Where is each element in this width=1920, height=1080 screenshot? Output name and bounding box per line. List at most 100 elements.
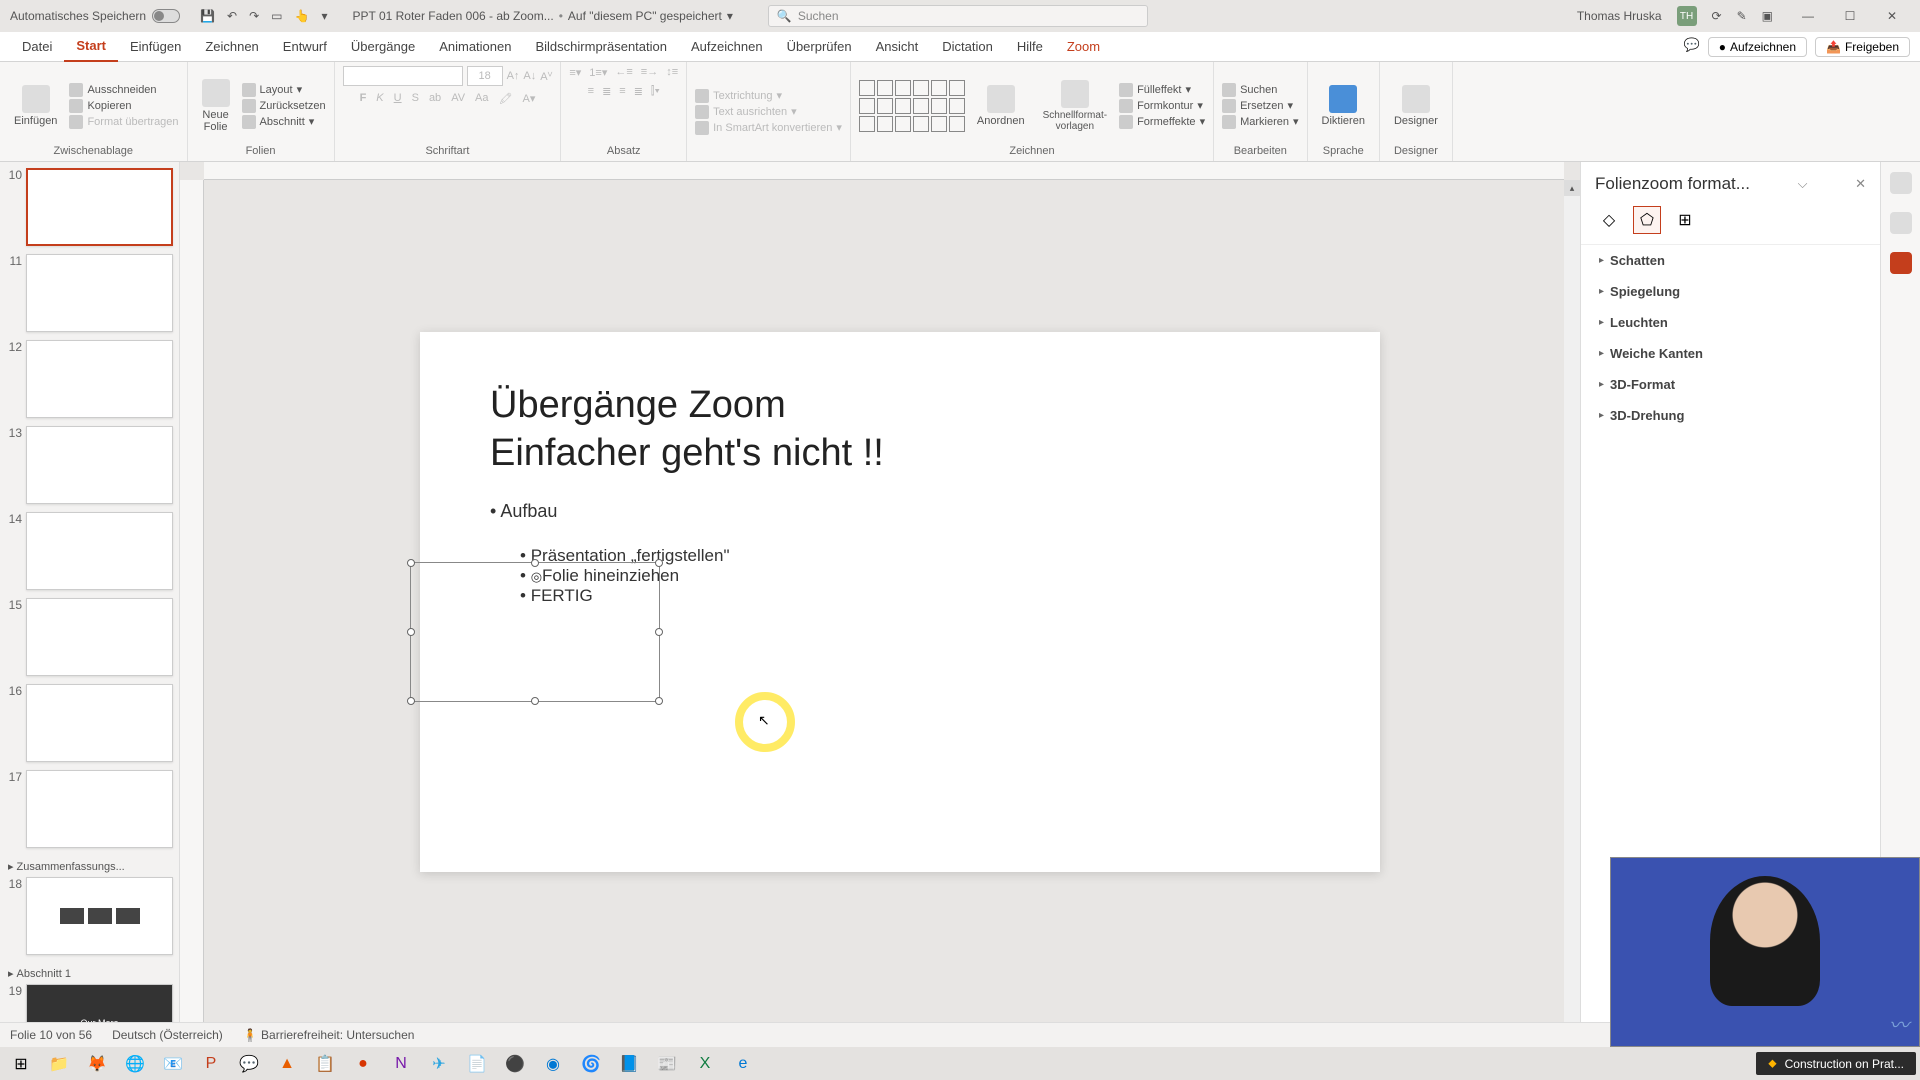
- rail-icon[interactable]: [1890, 212, 1912, 234]
- select-button[interactable]: Markieren ▾: [1222, 115, 1298, 129]
- slide-canvas[interactable]: ▴ Übergänge Zoom Einfacher geht's nicht …: [180, 162, 1580, 1022]
- dictate-button[interactable]: Diktieren: [1316, 83, 1371, 129]
- font-color-button[interactable]: A▾: [522, 92, 535, 105]
- section-header[interactable]: ▸ Abschnitt 1: [6, 963, 173, 984]
- align-text-button[interactable]: Text ausrichten ▾: [695, 105, 842, 119]
- thumb-slide-15[interactable]: [26, 598, 173, 676]
- excel-icon[interactable]: X: [688, 1050, 722, 1078]
- indent-right-button[interactable]: ≡→: [641, 66, 658, 79]
- tab-bildschirm[interactable]: Bildschirmpräsentation: [523, 32, 679, 62]
- tab-ueberpruefen[interactable]: Überprüfen: [775, 32, 864, 62]
- replace-button[interactable]: Ersetzen ▾: [1222, 99, 1298, 113]
- grow-font-icon[interactable]: A↑: [507, 70, 520, 82]
- selected-zoom-frame[interactable]: [410, 562, 660, 702]
- window-icon[interactable]: ▣: [1762, 9, 1773, 23]
- section-header[interactable]: ▸ Zusammenfassungs...: [6, 856, 173, 877]
- edge-icon[interactable]: e: [726, 1050, 760, 1078]
- option-3d-drehung[interactable]: ▸3D-Drehung: [1581, 400, 1880, 431]
- shrink-font-icon[interactable]: A↓: [523, 70, 536, 82]
- align-right-button[interactable]: ≡: [619, 85, 625, 98]
- tab-hilfe[interactable]: Hilfe: [1005, 32, 1055, 62]
- tab-start[interactable]: Start: [64, 32, 118, 62]
- firefox-icon[interactable]: 🦊: [80, 1050, 114, 1078]
- bullets-button[interactable]: ≡▾: [569, 66, 581, 79]
- tab-zoom[interactable]: Zoom: [1055, 32, 1112, 62]
- save-icon[interactable]: 💾: [200, 9, 215, 23]
- accessibility-status[interactable]: 🧍 Barrierefreiheit: Untersuchen: [243, 1028, 415, 1042]
- arrange-button[interactable]: Anordnen: [971, 83, 1031, 129]
- strike-button[interactable]: S: [412, 92, 419, 105]
- tab-entwurf[interactable]: Entwurf: [271, 32, 339, 62]
- thumb-slide-16[interactable]: [26, 684, 173, 762]
- line-spacing-button[interactable]: ↕≡: [666, 66, 678, 79]
- thumb-slide-18[interactable]: [26, 877, 173, 955]
- user-avatar[interactable]: TH: [1677, 6, 1697, 26]
- start-button[interactable]: ⊞: [4, 1050, 38, 1078]
- close-button[interactable]: ✕: [1872, 2, 1912, 30]
- maximize-button[interactable]: ☐: [1830, 2, 1870, 30]
- minimize-button[interactable]: —: [1788, 2, 1828, 30]
- designer-button[interactable]: Designer: [1388, 83, 1444, 129]
- slide-content[interactable]: Übergänge Zoom Einfacher geht's nicht !!…: [420, 332, 1380, 872]
- underline-button[interactable]: U: [394, 92, 402, 105]
- format-tab-fill[interactable]: ◇: [1595, 206, 1623, 234]
- vertical-scrollbar[interactable]: ▴: [1564, 180, 1580, 1022]
- format-tab-size[interactable]: ⊞: [1671, 206, 1699, 234]
- option-spiegelung[interactable]: ▸Spiegelung: [1581, 276, 1880, 307]
- effects-button[interactable]: Formeffekte ▾: [1119, 115, 1205, 129]
- copy-button[interactable]: Kopieren: [69, 99, 178, 113]
- case-button[interactable]: Aa: [475, 92, 488, 105]
- record-button[interactable]: ● Aufzeichnen: [1708, 37, 1807, 57]
- option-weiche-kanten[interactable]: ▸Weiche Kanten: [1581, 338, 1880, 369]
- rail-icon[interactable]: [1890, 172, 1912, 194]
- telegram-icon[interactable]: ✈: [422, 1050, 456, 1078]
- document-title[interactable]: PPT 01 Roter Faden 006 - ab Zoom... • Au…: [337, 9, 747, 23]
- pane-close-icon[interactable]: ✕: [1855, 176, 1866, 192]
- app-icon[interactable]: 📋: [308, 1050, 342, 1078]
- app-icon[interactable]: 🌀: [574, 1050, 608, 1078]
- numbering-button[interactable]: 1≡▾: [589, 66, 607, 79]
- app-icon[interactable]: ◉: [536, 1050, 570, 1078]
- user-name[interactable]: Thomas Hruska: [1577, 9, 1662, 23]
- app-icon[interactable]: 📄: [460, 1050, 494, 1078]
- slide-thumbnails-pane[interactable]: 10 11 12 13 14 15 16 17 ▸ Zusammenfassun…: [0, 162, 180, 1022]
- vlc-icon[interactable]: ▲: [270, 1050, 304, 1078]
- rail-icon[interactable]: [1890, 252, 1912, 274]
- thumb-slide-12[interactable]: [26, 340, 173, 418]
- shadow-button[interactable]: ab: [429, 92, 441, 105]
- quick-styles-button[interactable]: Schnellformat- vorlagen: [1037, 78, 1113, 134]
- chrome-icon[interactable]: 🌐: [118, 1050, 152, 1078]
- outlook-icon[interactable]: 📧: [156, 1050, 190, 1078]
- onenote-icon[interactable]: N: [384, 1050, 418, 1078]
- tab-animationen[interactable]: Animationen: [427, 32, 523, 62]
- layout-button[interactable]: Layout ▾: [242, 83, 326, 97]
- dropdown-icon[interactable]: ▾: [727, 9, 733, 23]
- paste-button[interactable]: Einfügen: [8, 83, 63, 129]
- find-button[interactable]: Suchen: [1222, 83, 1298, 97]
- section-button[interactable]: Abschnitt ▾: [242, 115, 326, 129]
- touchmode-icon[interactable]: 👆: [295, 9, 310, 23]
- tab-dictation[interactable]: Dictation: [930, 32, 1005, 62]
- highlight-button[interactable]: 🖍: [499, 92, 513, 105]
- obs-icon[interactable]: ⚫: [498, 1050, 532, 1078]
- italic-button[interactable]: K: [376, 92, 383, 105]
- font-family-select[interactable]: [343, 66, 463, 86]
- thumb-slide-13[interactable]: [26, 426, 173, 504]
- format-painter-button[interactable]: Format übertragen: [69, 115, 178, 129]
- powerpoint-icon[interactable]: P: [194, 1050, 228, 1078]
- clear-format-icon[interactable]: Aⱽ: [540, 70, 552, 83]
- autosave-toggle[interactable]: Automatisches Speichern: [0, 9, 190, 23]
- language-indicator[interactable]: Deutsch (Österreich): [112, 1028, 223, 1042]
- tab-einfuegen[interactable]: Einfügen: [118, 32, 193, 62]
- sync-icon[interactable]: ⟳: [1712, 9, 1722, 23]
- thumb-slide-10[interactable]: [26, 168, 173, 246]
- slide-counter[interactable]: Folie 10 von 56: [10, 1028, 92, 1042]
- taskbar-notification[interactable]: ⬥ Construction on Prat...: [1756, 1052, 1916, 1075]
- slide-title[interactable]: Übergänge Zoom Einfacher geht's nicht !!: [490, 382, 1310, 477]
- share-button[interactable]: 📤 Freigeben: [1815, 37, 1910, 57]
- slideshow-icon[interactable]: ▭: [271, 9, 282, 23]
- align-left-button[interactable]: ≡: [588, 85, 594, 98]
- tab-ansicht[interactable]: Ansicht: [864, 32, 931, 62]
- app-icon[interactable]: ●: [346, 1050, 380, 1078]
- columns-button[interactable]: ⫿▾: [651, 85, 660, 98]
